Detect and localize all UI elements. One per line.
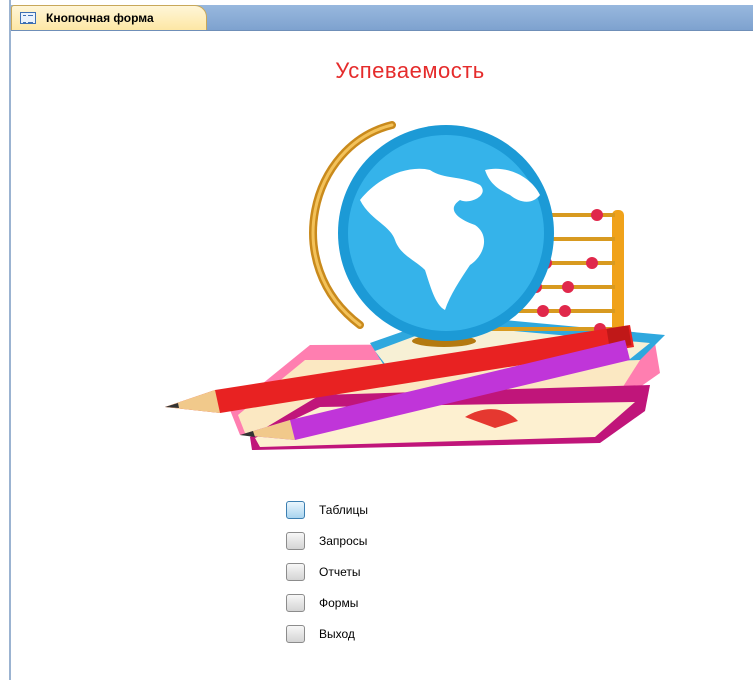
tab-label: Кнопочная форма xyxy=(46,11,154,25)
globe-image xyxy=(309,121,554,347)
menu-item-forms[interactable]: Формы xyxy=(286,587,368,618)
menu-item-tables[interactable]: Таблицы xyxy=(286,494,368,525)
form-icon xyxy=(20,12,36,24)
reports-button[interactable] xyxy=(286,562,305,581)
menu-item-reports[interactable]: Отчеты xyxy=(286,556,368,587)
menu-item-queries[interactable]: Запросы xyxy=(286,525,368,556)
window-left-border xyxy=(9,0,11,680)
tab-switchboard-form[interactable]: Кнопочная форма xyxy=(11,5,207,30)
tables-button[interactable] xyxy=(286,500,305,519)
menu-label: Запросы xyxy=(319,533,368,548)
menu-label: Отчеты xyxy=(319,564,361,579)
school-illustration xyxy=(165,121,665,450)
switchboard-menu: Таблицы Запросы Отчеты Формы Выход xyxy=(286,494,368,649)
menu-label: Выход xyxy=(319,626,355,641)
queries-button[interactable] xyxy=(286,531,305,550)
menu-label: Формы xyxy=(319,595,359,610)
exit-button[interactable] xyxy=(286,624,305,643)
form-title: Успеваемость xyxy=(335,58,485,83)
menu-label: Таблицы xyxy=(319,502,369,517)
menu-item-exit[interactable]: Выход xyxy=(286,618,368,649)
forms-button[interactable] xyxy=(286,593,305,612)
